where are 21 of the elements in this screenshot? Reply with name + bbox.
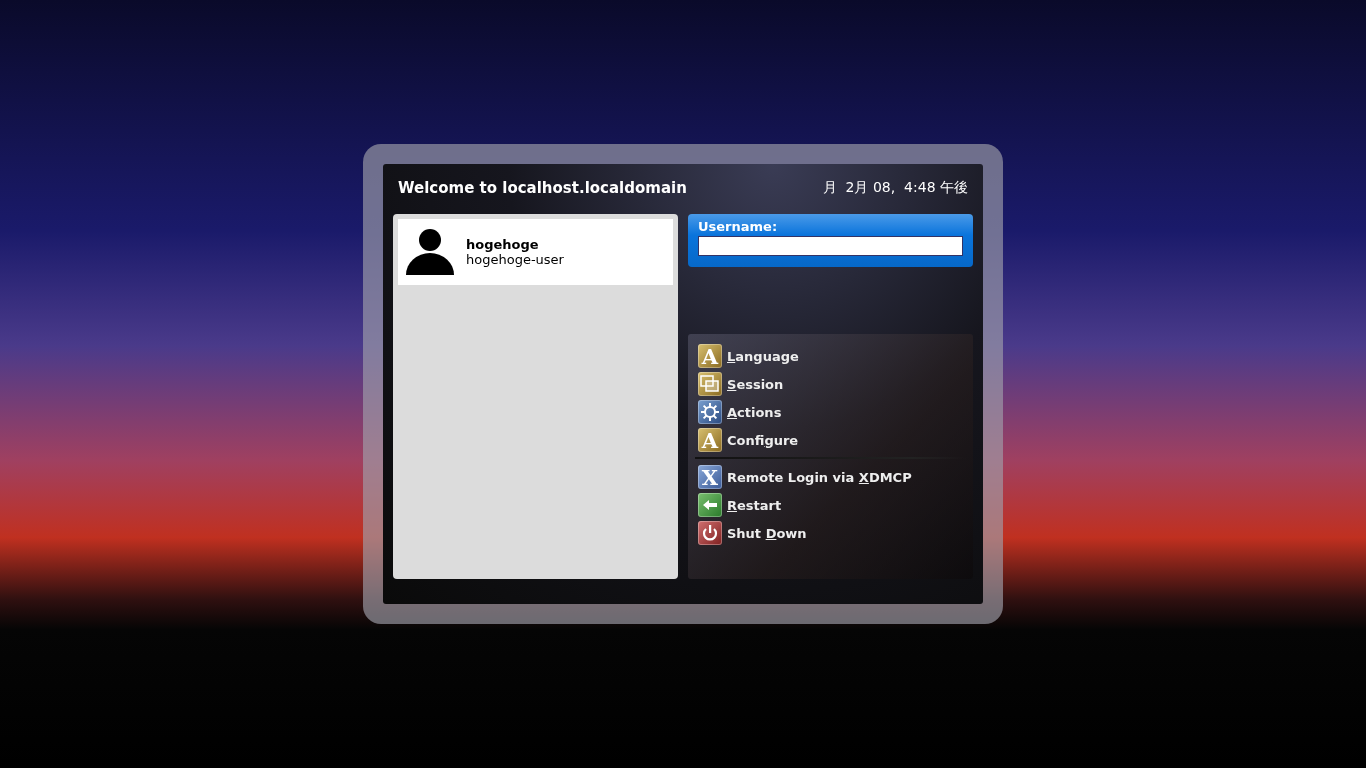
menu-item[interactable]: A Language	[695, 342, 802, 370]
menu-item[interactable]: Session	[695, 370, 787, 398]
user-avatar-icon	[406, 229, 454, 275]
gear-icon	[698, 400, 722, 424]
welcome-title: Welcome to localhost.localdomain	[398, 179, 687, 197]
menu-item[interactable]: Shut Down	[695, 519, 810, 547]
username-field[interactable]	[698, 236, 963, 256]
user-item[interactable]: hogehoge hogehoge-user	[398, 219, 673, 285]
letter-icon: X	[698, 465, 722, 489]
menu-item[interactable]: A Configure	[695, 426, 802, 454]
username-label: Username:	[698, 219, 779, 234]
letter-icon: A	[698, 344, 722, 368]
clock: 月 2月 08, 4:48 午後	[822, 179, 968, 197]
user-full-name: hogehoge-user	[466, 252, 564, 267]
menu-item[interactable]: Actions	[695, 398, 785, 426]
menu-item[interactable]: Restart	[695, 491, 785, 519]
letter-icon: A	[698, 428, 722, 452]
windows-icon	[698, 372, 722, 396]
power-icon	[698, 521, 722, 545]
menu-item[interactable]: X Remote Login via XDMCP	[695, 463, 915, 491]
user-name: hogehoge	[466, 237, 540, 252]
